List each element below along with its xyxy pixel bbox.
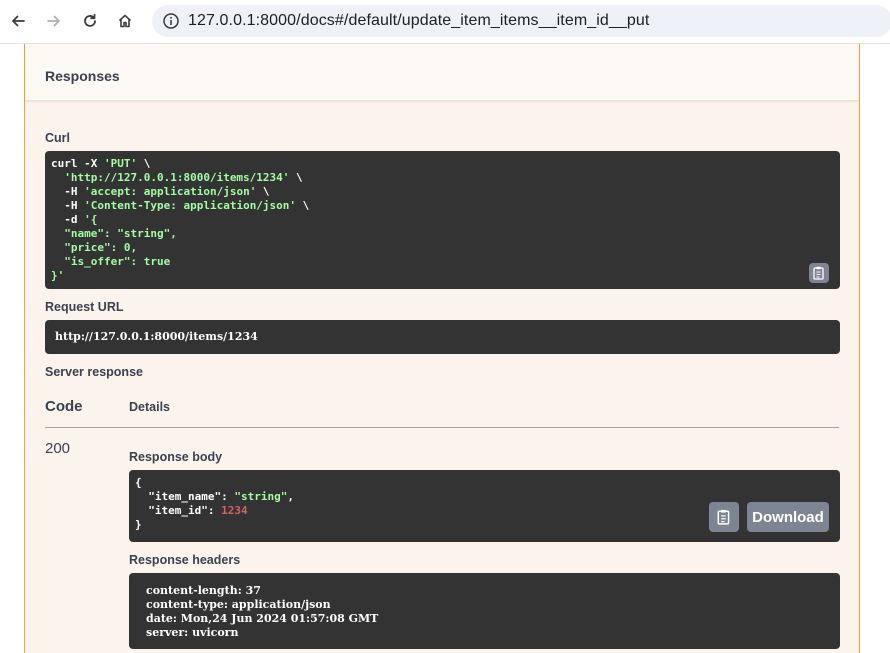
- download-button[interactable]: Download: [747, 502, 829, 532]
- code-token: "is_offer": true: [51, 255, 171, 268]
- code-token: 'Content-Type: application/json': [84, 199, 297, 212]
- arrow-right-icon: [47, 15, 60, 27]
- code-token: -H: [51, 185, 85, 198]
- response-body-block: { "item_name": "string", "item_id": 1234…: [129, 470, 840, 542]
- status-code: 200: [45, 440, 71, 457]
- site-info-icon[interactable]: [162, 12, 180, 30]
- response-header-line: date: Mon,24 Jun 2024 01:57:08 GMT: [146, 612, 379, 625]
- code-token: 'http://127.0.0.1:8000/items/1234': [64, 171, 290, 184]
- curl-code-block: curl -X 'PUT' \ 'http://127.0.0.1:8000/i…: [45, 151, 840, 289]
- address-url[interactable]: 127.0.0.1:8000/docs#/default/update_item…: [188, 12, 649, 30]
- curl-code: curl -X 'PUT' \ 'http://127.0.0.1:8000/i…: [51, 157, 834, 283]
- code-token: curl -X: [51, 157, 104, 170]
- code-token: \: [296, 199, 310, 212]
- code-token: '{: [84, 213, 98, 226]
- code-column-header: Code: [45, 398, 83, 415]
- code-token: {: [135, 476, 142, 489]
- code-token: \: [137, 157, 151, 170]
- code-token: \: [256, 185, 270, 198]
- copy-curl-button[interactable]: [809, 263, 829, 283]
- server-response-label: Server response: [45, 365, 143, 379]
- code-token: 'PUT': [103, 157, 138, 170]
- code-token: "item_id":: [135, 504, 222, 517]
- response-headers-list: content-length: 37 content-type: applicat…: [146, 584, 823, 640]
- responses-header: Responses: [25, 44, 859, 101]
- home-icon: [118, 14, 132, 28]
- response-header-line: server: uvicorn: [146, 626, 239, 639]
- address-bar[interactable]: 127.0.0.1:8000/docs#/default/update_item…: [152, 5, 890, 37]
- response-body-label: Response body: [129, 450, 223, 464]
- request-url-label: Request URL: [45, 300, 124, 314]
- home-button[interactable]: [112, 8, 138, 34]
- code-token: \: [289, 171, 303, 184]
- response-headers-block: content-length: 37 content-type: applicat…: [129, 573, 840, 649]
- code-token: 'accept: application/json': [84, 185, 257, 198]
- back-button[interactable]: [5, 8, 31, 34]
- reload-button[interactable]: [77, 8, 103, 34]
- response-header-line: content-type: application/json: [146, 598, 331, 611]
- code-token: 1234: [221, 504, 248, 517]
- details-column-header: Details: [129, 400, 170, 414]
- curl-label: Curl: [45, 131, 70, 145]
- code-token: "string": [234, 490, 288, 503]
- forward-button[interactable]: [41, 8, 67, 34]
- code-token: "price": 0,: [51, 241, 138, 254]
- operation-panel: Responses Curl curl -X 'PUT' \ 'http://1…: [24, 44, 860, 653]
- code-token: -d: [51, 213, 85, 226]
- reload-icon: [84, 13, 96, 27]
- clipboard-icon: [813, 266, 824, 280]
- response-headers-label: Response headers: [129, 553, 241, 567]
- clipboard-icon: [717, 509, 730, 525]
- code-token: -H: [51, 199, 85, 212]
- table-divider: [45, 427, 839, 428]
- browser-toolbar: 127.0.0.1:8000/docs#/default/update_item…: [0, 0, 890, 44]
- request-url-block: http://127.0.0.1:8000/items/1234: [45, 320, 840, 354]
- code-token: }': [51, 269, 65, 282]
- responses-title: Responses: [45, 68, 120, 84]
- code-token: ,: [287, 490, 294, 503]
- code-token: }: [135, 518, 142, 531]
- arrow-left-icon: [12, 15, 25, 27]
- copy-response-button[interactable]: [709, 502, 739, 532]
- request-url: http://127.0.0.1:8000/items/1234: [55, 330, 258, 343]
- code-token: "name": "string",: [51, 227, 177, 240]
- response-header-line: content-length: 37: [146, 584, 261, 597]
- code-token: "item_name":: [135, 490, 235, 503]
